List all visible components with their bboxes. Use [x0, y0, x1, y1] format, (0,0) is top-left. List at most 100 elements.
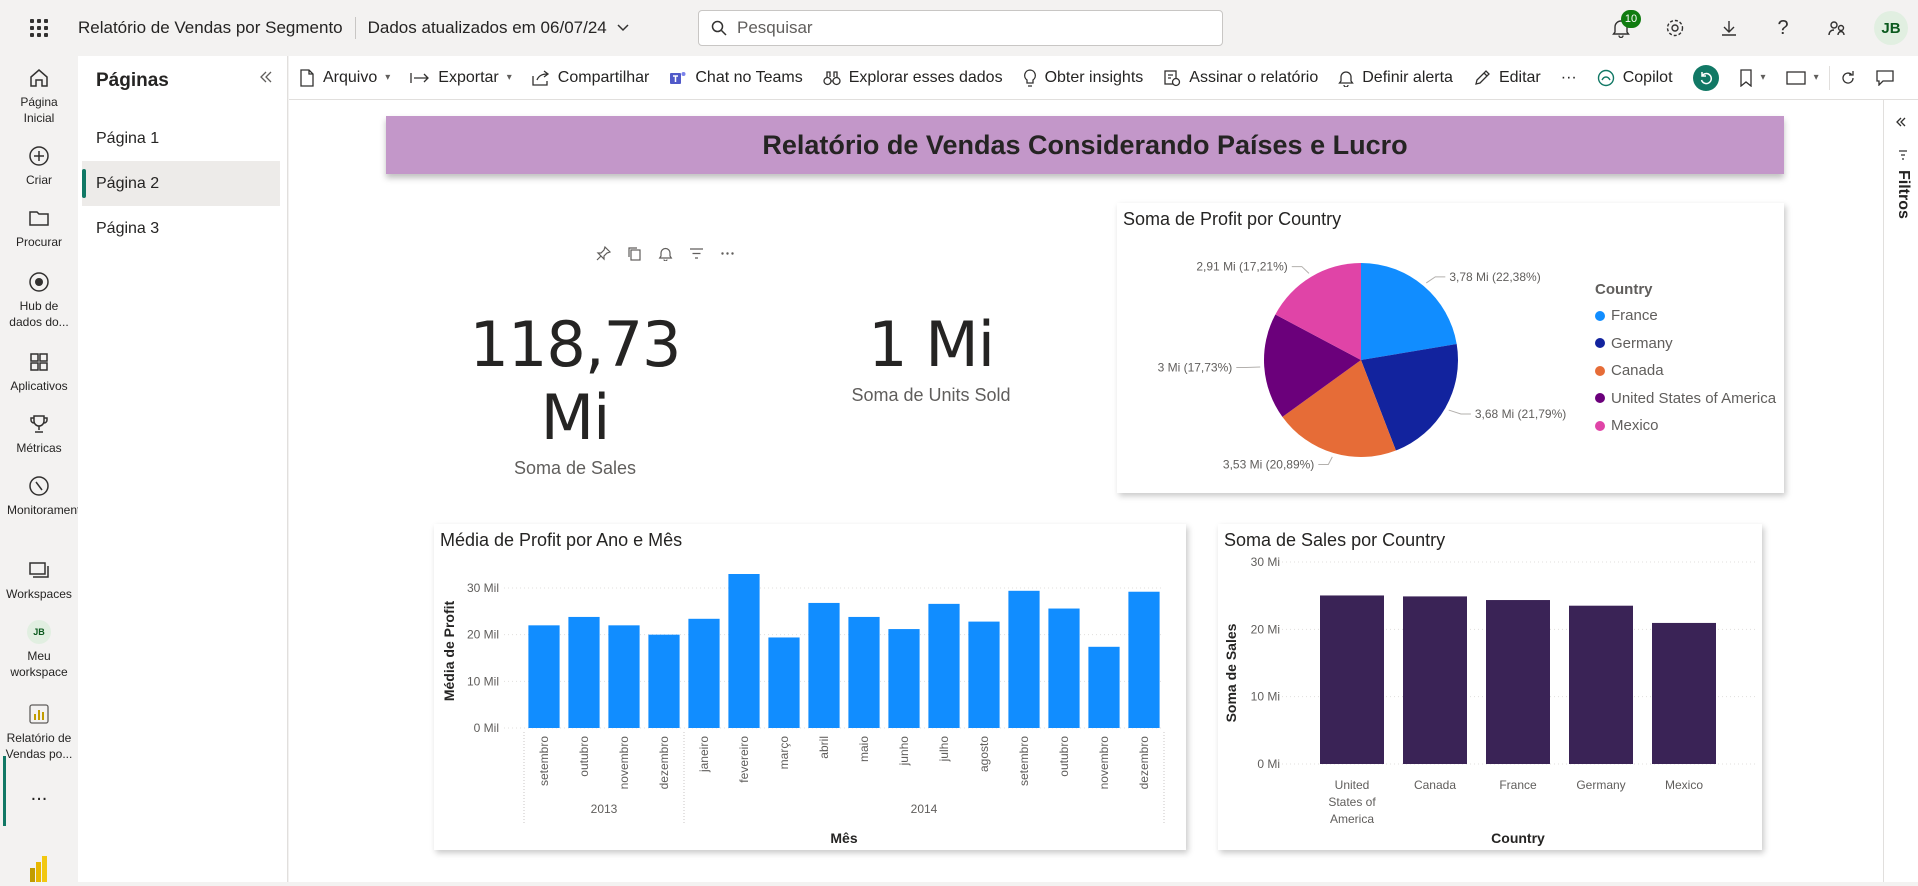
legend-item[interactable]: Mexico — [1595, 412, 1776, 440]
subscribe-label: Assinar o relatório — [1189, 68, 1319, 86]
nav-my-workspace[interactable]: JB Meu workspace — [0, 620, 78, 680]
legend-label: Mexico — [1611, 417, 1659, 435]
nav-label: Aplicativos — [10, 379, 68, 393]
comments-button[interactable] — [1866, 56, 1904, 100]
data-updated-dropdown[interactable]: Dados atualizados em 06/07/24 — [368, 18, 629, 38]
nav-metrics[interactable]: Métricas — [0, 412, 78, 456]
nav-workspaces[interactable]: Workspaces — [0, 558, 78, 602]
bar[interactable] — [928, 603, 960, 728]
nav-apps[interactable]: Aplicativos — [0, 350, 78, 394]
page-tab[interactable]: Página 3 — [82, 206, 280, 251]
bookmark-button[interactable]: ▾ — [1729, 56, 1776, 100]
kpi-card-units[interactable]: 1 Mi Soma de Units Sold — [820, 308, 1042, 406]
expand-filters-button[interactable] — [1896, 114, 1906, 132]
bar[interactable] — [1048, 608, 1080, 728]
nav-browse[interactable]: Procurar — [0, 206, 78, 250]
pages-title: Páginas — [96, 70, 169, 91]
bar[interactable] — [528, 625, 560, 728]
bar[interactable] — [688, 618, 720, 728]
nav-data-hub[interactable]: Hub de dados do... — [0, 270, 78, 330]
filter-icon[interactable] — [689, 246, 704, 261]
teams-icon — [670, 71, 686, 84]
bar[interactable] — [968, 621, 1000, 728]
bar[interactable] — [1652, 622, 1716, 764]
notifications-button[interactable]: 10 — [1594, 0, 1648, 56]
insights-button[interactable]: Obter insights — [1013, 56, 1154, 100]
subscribe-button[interactable]: Assinar o relatório — [1153, 56, 1328, 100]
bar[interactable] — [608, 625, 640, 728]
bar[interactable] — [1088, 646, 1120, 728]
feedback-button[interactable] — [1810, 0, 1864, 56]
legend-label: Germany — [1611, 334, 1673, 352]
x-tick-label: United States of America — [1328, 778, 1376, 826]
export-menu-button[interactable]: Exportar ▾ — [400, 56, 522, 100]
copy-icon[interactable] — [627, 246, 642, 261]
legend-item[interactable]: United States of America — [1595, 385, 1776, 413]
pie-chart-card[interactable]: Soma de Profit por Country 3,78 Mi (22,3… — [1117, 203, 1784, 493]
kpi-card-sales[interactable]: 118,73 Mi Soma de Sales — [440, 308, 710, 479]
chevron-down-icon — [617, 24, 629, 32]
account-button[interactable]: JB — [1864, 0, 1918, 56]
bar-chart-profit: 0 Mil 10 Mil 20 Mil 30 Mil Média de Profit se… — [441, 574, 1165, 846]
binoculars-icon — [823, 70, 841, 85]
more-options-button[interactable]: ··· — [1551, 56, 1587, 100]
bar[interactable] — [1486, 600, 1550, 764]
legend-item[interactable]: France — [1595, 302, 1776, 330]
file-menu-button[interactable]: Arquivo ▾ — [289, 56, 400, 100]
bar[interactable] — [1128, 591, 1160, 728]
teams-chat-button[interactable]: Chat no Teams — [659, 56, 812, 100]
page-tab[interactable]: Página 1 — [82, 116, 280, 161]
bar[interactable] — [1008, 590, 1040, 728]
avatar: JB — [27, 620, 51, 644]
explore-data-button[interactable]: Explorar esses dados — [813, 56, 1013, 100]
explore-label: Explorar esses dados — [848, 68, 1003, 86]
download-button[interactable] — [1702, 0, 1756, 56]
reset-button[interactable] — [1683, 56, 1729, 100]
legend-marker — [1595, 365, 1605, 376]
bar[interactable] — [1320, 595, 1384, 764]
nav-more-button[interactable]: ... — [0, 784, 78, 804]
pie-slice[interactable] — [1361, 263, 1457, 360]
share-button[interactable]: Compartilhar — [522, 56, 660, 100]
legend-item[interactable]: Canada — [1595, 357, 1776, 385]
nav-label: Página Inicial — [20, 95, 58, 125]
edit-button[interactable]: Editar — [1463, 56, 1551, 100]
bar[interactable] — [888, 629, 920, 728]
bar[interactable] — [808, 602, 840, 728]
nav-monitoring[interactable]: Monitoramento — [0, 474, 87, 518]
sales-by-country-card[interactable]: Soma de Sales por Country 0 Mi 10 Mi 20 Mi… — [1218, 524, 1762, 850]
nav-current-report[interactable]: Relatório de Vendas po... — [0, 702, 78, 762]
bar[interactable] — [768, 637, 800, 728]
copilot-button[interactable]: Copilot — [1587, 56, 1683, 100]
set-alert-button[interactable]: Definir alerta — [1328, 56, 1463, 100]
pin-icon[interactable] — [596, 246, 611, 261]
help-button[interactable]: ? — [1756, 0, 1810, 56]
x-tick-label: dezembro — [1137, 736, 1151, 790]
nav-label: Métricas — [16, 441, 62, 455]
bar[interactable] — [1403, 596, 1467, 764]
filters-label: Filtros — [1895, 170, 1912, 219]
refresh-button[interactable] — [1830, 56, 1866, 100]
settings-button[interactable] — [1648, 0, 1702, 56]
group-label: 2013 — [591, 802, 618, 816]
app-launcher-button[interactable] — [0, 0, 78, 56]
bar[interactable] — [568, 616, 600, 728]
nav-home[interactable]: Página Inicial — [0, 66, 78, 126]
bar[interactable] — [728, 574, 760, 728]
more-options-icon[interactable] — [720, 246, 735, 261]
bar[interactable] — [848, 616, 880, 728]
page-tab-active[interactable]: Página 2 — [82, 161, 280, 206]
legend-item[interactable]: Germany — [1595, 330, 1776, 358]
bar[interactable] — [648, 634, 680, 728]
data-label: 3,78 Mi (22,38%) — [1449, 270, 1540, 284]
legend-marker — [1595, 420, 1605, 431]
report-title[interactable]: Relatório de Vendas por Segmento — [78, 18, 355, 38]
search-input[interactable]: Pesquisar — [698, 10, 1223, 46]
bar[interactable] — [1569, 605, 1633, 764]
nav-create[interactable]: Criar — [0, 144, 78, 188]
filters-pane[interactable]: Filtros — [1883, 100, 1918, 882]
collapse-pages-button[interactable] — [259, 70, 273, 88]
bell-icon[interactable] — [658, 246, 673, 261]
view-button[interactable]: ▾ — [1776, 56, 1829, 100]
profit-by-month-card[interactable]: Média de Profit por Ano e Mês 0 Mil 10 Mi… — [434, 524, 1186, 850]
